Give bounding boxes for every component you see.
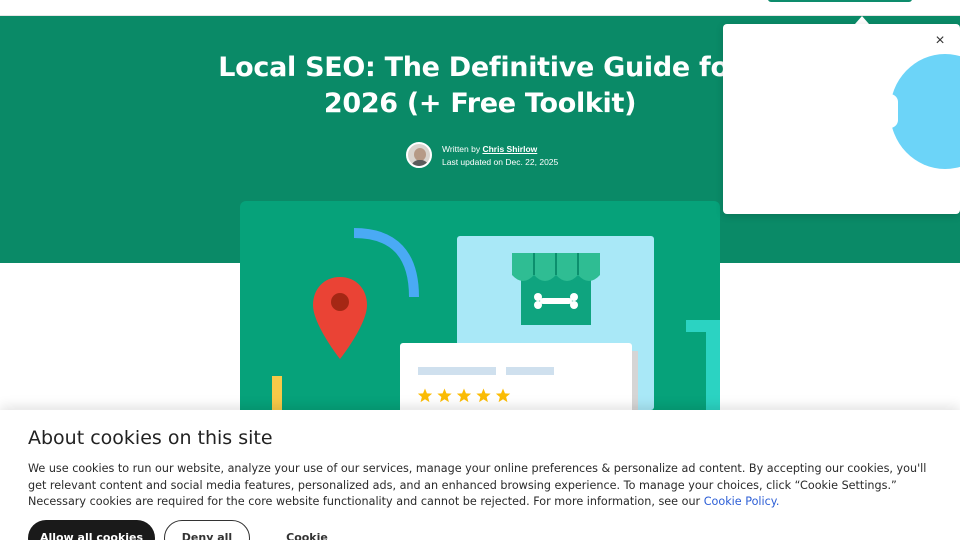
cookie-banner: About cookies on this site We use cookie… [0,410,960,540]
last-updated: Last updated on Dec. 22, 2025 [442,157,559,167]
deny-all-button[interactable]: Deny all [164,520,250,540]
top-navigation-bar [0,0,960,16]
map-pin-icon [313,277,367,359]
popup-graphic [884,54,960,169]
cookie-settings-button[interactable]: Cookie settings [264,520,350,540]
local-seo-illustration [272,228,720,410]
top-cta-button[interactable] [768,0,912,2]
review-line [418,367,496,375]
allow-all-cookies-button[interactable]: Allow all cookies [28,520,155,540]
teal-frame-shape [686,320,720,410]
review-line [506,367,554,375]
cookie-banner-title: About cookies on this site [28,427,273,449]
yellow-bar-shape [272,376,282,410]
storefront-icon [512,253,600,325]
cookie-policy-link[interactable]: Cookie Policy. [704,495,780,508]
hero-illustration [240,201,720,410]
byline-text: Written by Chris Shirlow Last updated on… [442,143,558,169]
popup-pointer [855,16,869,24]
author-link[interactable]: Chris Shirlow [482,144,537,154]
cookie-banner-text: We use cookies to run our website, analy… [28,461,938,511]
close-icon[interactable]: × [932,33,948,49]
author-avatar [406,142,432,168]
cookie-banner-body: We use cookies to run our website, analy… [28,462,927,508]
promo-popup: × [723,24,960,214]
article-title: Local SEO: The Definitive Guide for 2026… [218,52,742,119]
review-card [400,343,632,410]
byline-prefix: Written by [442,144,483,154]
blue-arc-shape [353,228,419,298]
page: Local SEO: The Definitive Guide for 2026… [0,0,960,540]
